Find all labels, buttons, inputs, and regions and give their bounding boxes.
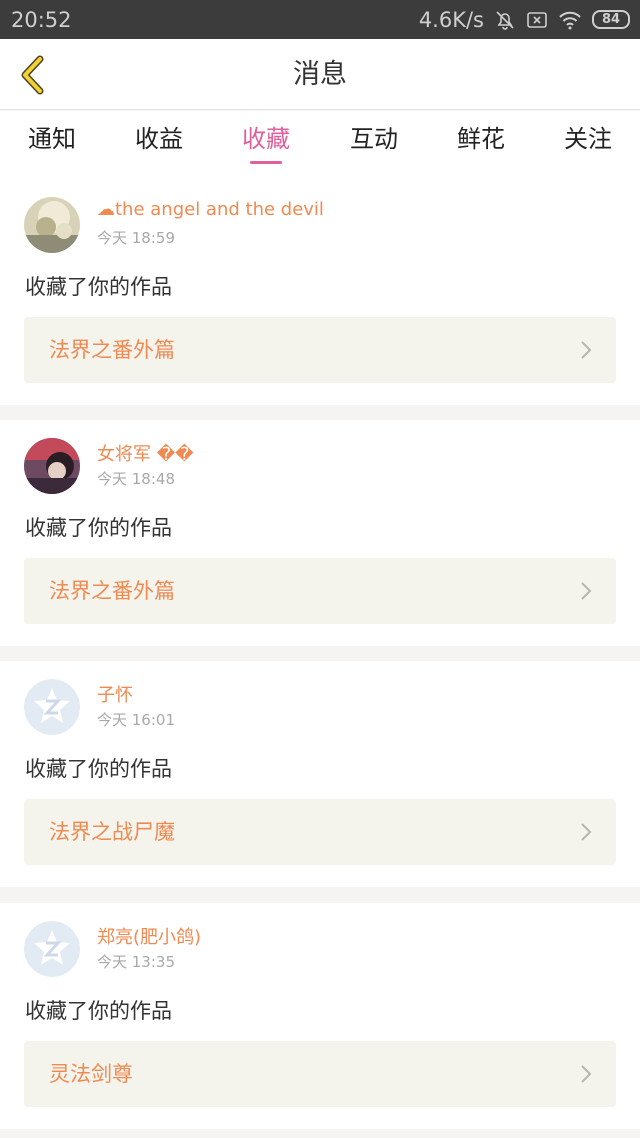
avatar[interactable] [24, 197, 80, 253]
status-bar: 20:52 4.6K/s 84 [0, 0, 640, 39]
work-title: 灵法剑尊 [49, 1062, 133, 1086]
action-text: 收藏了你的作品 [25, 999, 172, 1023]
tab-bar: 通知 收益 收藏 互动 鲜花 关注 [0, 111, 640, 179]
status-time: 20:52 [11, 7, 72, 32]
message-time: 今天 18:48 [97, 470, 175, 488]
tab-label: 收益 [135, 125, 183, 153]
user-name[interactable]: 女将军 �� [97, 440, 194, 466]
tab-notify[interactable]: 通知 [0, 111, 106, 179]
default-avatar-icon[interactable] [24, 679, 80, 735]
work-title: 法界之番外篇 [49, 338, 175, 362]
chevron-right-icon [581, 341, 592, 359]
message-time: 今天 16:01 [97, 711, 175, 729]
message-card: ☁the angel and the devil 今天 18:59 收藏了你的作… [0, 179, 640, 405]
message-card: 郑亮(肥小鸽) 今天 13:35 收藏了你的作品 灵法剑尊 [0, 903, 640, 1129]
wifi-icon [558, 10, 582, 30]
chevron-right-icon [581, 1065, 592, 1083]
battery-icon: 84 [592, 10, 630, 29]
tab-label: 关注 [564, 125, 612, 153]
tab-label: 收藏 [242, 125, 290, 153]
tab-label: 通知 [28, 125, 76, 153]
work-link[interactable]: 法界之番外篇 [24, 317, 616, 383]
message-time: 今天 18:59 [97, 229, 175, 247]
work-link[interactable]: 法界之番外篇 [24, 558, 616, 624]
work-link[interactable]: 法界之战尸魔 [24, 799, 616, 865]
tab-interaction[interactable]: 互动 [320, 111, 428, 179]
tab-favorites[interactable]: 收藏 [212, 111, 320, 179]
action-text: 收藏了你的作品 [25, 275, 172, 299]
message-card: 女将军 �� 今天 18:48 收藏了你的作品 法界之番外篇 [0, 420, 640, 646]
status-icons: 4.6K/s 84 [419, 8, 630, 32]
tab-label: 鲜花 [457, 125, 505, 153]
action-text: 收藏了你的作品 [25, 757, 172, 781]
tab-earnings[interactable]: 收益 [105, 111, 213, 179]
chevron-right-icon [581, 582, 592, 600]
user-name[interactable]: 郑亮(肥小鸽) [97, 923, 201, 949]
user-name[interactable]: 子怀 [97, 681, 133, 707]
page-title: 消息 [293, 59, 347, 90]
work-title: 法界之战尸魔 [49, 820, 175, 844]
chevron-left-icon [21, 55, 44, 95]
tab-follow[interactable]: 关注 [534, 111, 640, 179]
work-title: 法界之番外篇 [49, 579, 175, 603]
bell-off-icon [494, 9, 516, 31]
network-speed: 4.6K/s [418, 7, 484, 32]
tab-flowers[interactable]: 鲜花 [427, 111, 535, 179]
back-button[interactable] [12, 53, 52, 97]
chevron-right-icon [581, 823, 592, 841]
avatar[interactable] [24, 438, 80, 494]
message-time: 今天 13:35 [97, 953, 175, 971]
user-name[interactable]: ☁the angel and the devil [97, 199, 324, 220]
tab-label: 互动 [350, 125, 398, 153]
title-bar: 消息 [0, 39, 640, 110]
active-tab-underline [250, 161, 282, 164]
message-card: 子怀 今天 16:01 收藏了你的作品 法界之战尸魔 [0, 661, 640, 887]
action-text: 收藏了你的作品 [25, 516, 172, 540]
work-link[interactable]: 灵法剑尊 [24, 1041, 616, 1107]
default-avatar-icon[interactable] [24, 921, 80, 977]
sim-x-icon [526, 9, 548, 31]
